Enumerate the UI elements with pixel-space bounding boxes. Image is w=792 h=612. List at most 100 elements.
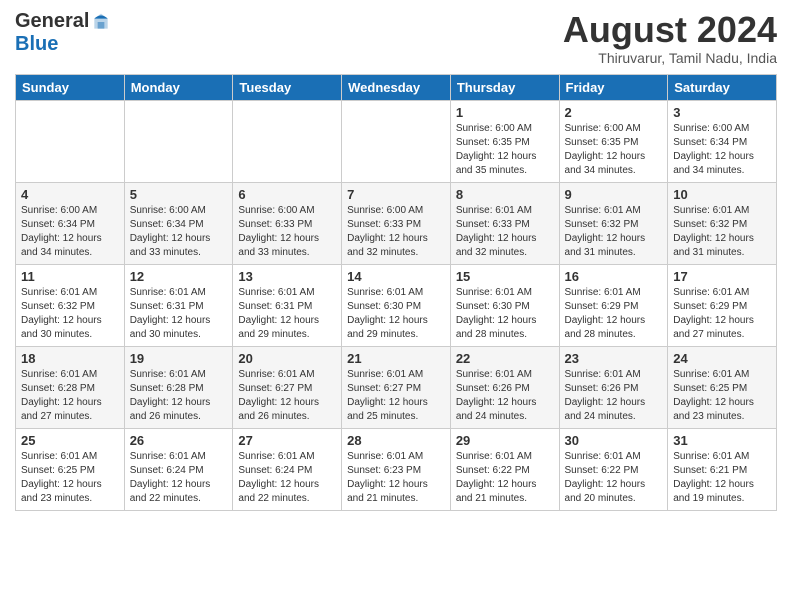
day-number: 25	[21, 433, 119, 448]
calendar-cell: 2Sunrise: 6:00 AM Sunset: 6:35 PM Daylig…	[559, 100, 668, 182]
calendar-cell: 30 Sunrise: 6:01 AM Sunset: 6:22 PM Dayli…	[559, 428, 668, 510]
calendar-cell	[124, 100, 233, 182]
day-info: Sunrise: 6:00 AM Sunset: 6:33 PM Dayligh…	[347, 204, 445, 260]
weekday-header-thursday: Thursday	[450, 74, 559, 100]
day-info: Sunrise: 6:01 AM Sunset: 6:22 PM Dayligh…	[565, 450, 663, 506]
day-number: 3	[673, 105, 771, 120]
calendar-cell: 20 Sunrise: 6:01 AM Sunset: 6:27 PM Dayli…	[233, 346, 342, 428]
day-info: Sunrise: 6:01 AM Sunset: 6:21 PM Dayligh…	[673, 450, 771, 506]
day-number: 29	[456, 433, 554, 448]
calendar-week-row: 18Sunrise: 6:01 AM Sunset: 6:28 PM Dayli…	[16, 346, 777, 428]
calendar-cell: 19Sunrise: 6:01 AM Sunset: 6:28 PM Dayli…	[124, 346, 233, 428]
header: General Blue August 2024 Thiruvarur, Tam…	[15, 10, 777, 66]
title-block: August 2024 Thiruvarur, Tamil Nadu, Indi…	[563, 10, 777, 66]
calendar-cell: 26Sunrise: 6:01 AM Sunset: 6:24 PM Dayli…	[124, 428, 233, 510]
calendar-cell: 4Sunrise: 6:00 AM Sunset: 6:34 PM Daylig…	[16, 182, 125, 264]
calendar-cell: 6 Sunrise: 6:00 AM Sunset: 6:33 PM Daylig…	[233, 182, 342, 264]
calendar-table: SundayMondayTuesdayWednesdayThursdayFrid…	[15, 74, 777, 511]
day-number: 17	[673, 269, 771, 284]
day-info: Sunrise: 6:01 AM Sunset: 6:30 PM Dayligh…	[456, 286, 554, 342]
day-info: Sunrise: 6:01 AM Sunset: 6:28 PM Dayligh…	[21, 368, 119, 424]
calendar-cell: 17 Sunrise: 6:01 AM Sunset: 6:29 PM Dayli…	[668, 264, 777, 346]
day-number: 20	[238, 351, 336, 366]
day-number: 16	[565, 269, 663, 284]
day-info: Sunrise: 6:00 AM Sunset: 6:34 PM Dayligh…	[673, 122, 771, 178]
day-number: 2	[565, 105, 663, 120]
day-number: 26	[130, 433, 228, 448]
day-info: Sunrise: 6:01 AM Sunset: 6:33 PM Dayligh…	[456, 204, 554, 260]
calendar-cell: 8 Sunrise: 6:01 AM Sunset: 6:33 PM Daylig…	[450, 182, 559, 264]
day-number: 30	[565, 433, 663, 448]
day-number: 6	[238, 187, 336, 202]
calendar-cell	[16, 100, 125, 182]
calendar-cell: 22Sunrise: 6:01 AM Sunset: 6:26 PM Dayli…	[450, 346, 559, 428]
day-number: 14	[347, 269, 445, 284]
calendar-cell: 15 Sunrise: 6:01 AM Sunset: 6:30 PM Dayli…	[450, 264, 559, 346]
weekday-header-monday: Monday	[124, 74, 233, 100]
calendar-week-row: 25Sunrise: 6:01 AM Sunset: 6:25 PM Dayli…	[16, 428, 777, 510]
calendar-cell: 18Sunrise: 6:01 AM Sunset: 6:28 PM Dayli…	[16, 346, 125, 428]
day-info: Sunrise: 6:01 AM Sunset: 6:24 PM Dayligh…	[238, 450, 336, 506]
day-number: 13	[238, 269, 336, 284]
day-number: 5	[130, 187, 228, 202]
calendar-cell: 10Sunrise: 6:01 AM Sunset: 6:32 PM Dayli…	[668, 182, 777, 264]
calendar-cell: 11 Sunrise: 6:01 AM Sunset: 6:32 PM Dayli…	[16, 264, 125, 346]
subtitle: Thiruvarur, Tamil Nadu, India	[563, 50, 777, 66]
calendar-week-row: 1Sunrise: 6:00 AM Sunset: 6:35 PM Daylig…	[16, 100, 777, 182]
weekday-header-row: SundayMondayTuesdayWednesdayThursdayFrid…	[16, 74, 777, 100]
calendar-cell: 29Sunrise: 6:01 AM Sunset: 6:22 PM Dayli…	[450, 428, 559, 510]
logo-icon	[91, 12, 111, 32]
day-info: Sunrise: 6:01 AM Sunset: 6:27 PM Dayligh…	[347, 368, 445, 424]
day-info: Sunrise: 6:01 AM Sunset: 6:31 PM Dayligh…	[238, 286, 336, 342]
calendar-week-row: 4 Sunrise: 6:00 AM Sunset: 6:34 PM Daylig…	[16, 182, 777, 264]
weekday-header-wednesday: Wednesday	[342, 74, 451, 100]
day-info: Sunrise: 6:00 AM Sunset: 6:35 PM Dayligh…	[456, 122, 554, 178]
day-number: 23	[565, 351, 663, 366]
day-number: 15	[456, 269, 554, 284]
day-info: Sunrise: 6:01 AM Sunset: 6:30 PM Dayligh…	[347, 286, 445, 342]
calendar-cell	[342, 100, 451, 182]
logo-general-text: General	[15, 10, 89, 33]
day-number: 11	[21, 269, 119, 284]
calendar-cell: 12 Sunrise: 6:01 AM Sunset: 6:31 PM Dayli…	[124, 264, 233, 346]
day-info: Sunrise: 6:01 AM Sunset: 6:32 PM Dayligh…	[673, 204, 771, 260]
weekday-header-friday: Friday	[559, 74, 668, 100]
calendar-cell: 23 Sunrise: 6:01 AM Sunset: 6:26 PM Dayli…	[559, 346, 668, 428]
main-title: August 2024	[563, 10, 777, 50]
calendar-container: General Blue August 2024 Thiruvarur, Tam…	[0, 0, 792, 521]
weekday-header-sunday: Sunday	[16, 74, 125, 100]
logo: General Blue	[15, 10, 111, 56]
day-info: Sunrise: 6:00 AM Sunset: 6:33 PM Dayligh…	[238, 204, 336, 260]
day-number: 24	[673, 351, 771, 366]
day-info: Sunrise: 6:01 AM Sunset: 6:27 PM Dayligh…	[238, 368, 336, 424]
day-number: 28	[347, 433, 445, 448]
calendar-week-row: 11 Sunrise: 6:01 AM Sunset: 6:32 PM Dayli…	[16, 264, 777, 346]
calendar-cell: 7 Sunrise: 6:00 AM Sunset: 6:33 PM Daylig…	[342, 182, 451, 264]
calendar-cell: 9 Sunrise: 6:01 AM Sunset: 6:32 PM Daylig…	[559, 182, 668, 264]
day-info: Sunrise: 6:00 AM Sunset: 6:34 PM Dayligh…	[130, 204, 228, 260]
calendar-cell: 27 Sunrise: 6:01 AM Sunset: 6:24 PM Dayli…	[233, 428, 342, 510]
day-info: Sunrise: 6:01 AM Sunset: 6:26 PM Dayligh…	[565, 368, 663, 424]
calendar-cell: 3 Sunrise: 6:00 AM Sunset: 6:34 PM Daylig…	[668, 100, 777, 182]
day-info: Sunrise: 6:01 AM Sunset: 6:25 PM Dayligh…	[673, 368, 771, 424]
day-info: Sunrise: 6:01 AM Sunset: 6:32 PM Dayligh…	[21, 286, 119, 342]
day-number: 19	[130, 351, 228, 366]
day-number: 27	[238, 433, 336, 448]
calendar-cell: 5 Sunrise: 6:00 AM Sunset: 6:34 PM Daylig…	[124, 182, 233, 264]
day-number: 8	[456, 187, 554, 202]
weekday-header-tuesday: Tuesday	[233, 74, 342, 100]
calendar-cell: 13 Sunrise: 6:01 AM Sunset: 6:31 PM Dayli…	[233, 264, 342, 346]
day-number: 12	[130, 269, 228, 284]
day-number: 7	[347, 187, 445, 202]
day-info: Sunrise: 6:01 AM Sunset: 6:31 PM Dayligh…	[130, 286, 228, 342]
day-number: 21	[347, 351, 445, 366]
day-number: 9	[565, 187, 663, 202]
day-info: Sunrise: 6:01 AM Sunset: 6:29 PM Dayligh…	[565, 286, 663, 342]
calendar-cell	[233, 100, 342, 182]
day-number: 4	[21, 187, 119, 202]
calendar-cell: 28Sunrise: 6:01 AM Sunset: 6:23 PM Dayli…	[342, 428, 451, 510]
calendar-cell: 31Sunrise: 6:01 AM Sunset: 6:21 PM Dayli…	[668, 428, 777, 510]
day-info: Sunrise: 6:01 AM Sunset: 6:29 PM Dayligh…	[673, 286, 771, 342]
calendar-cell: 25Sunrise: 6:01 AM Sunset: 6:25 PM Dayli…	[16, 428, 125, 510]
day-info: Sunrise: 6:01 AM Sunset: 6:32 PM Dayligh…	[565, 204, 663, 260]
